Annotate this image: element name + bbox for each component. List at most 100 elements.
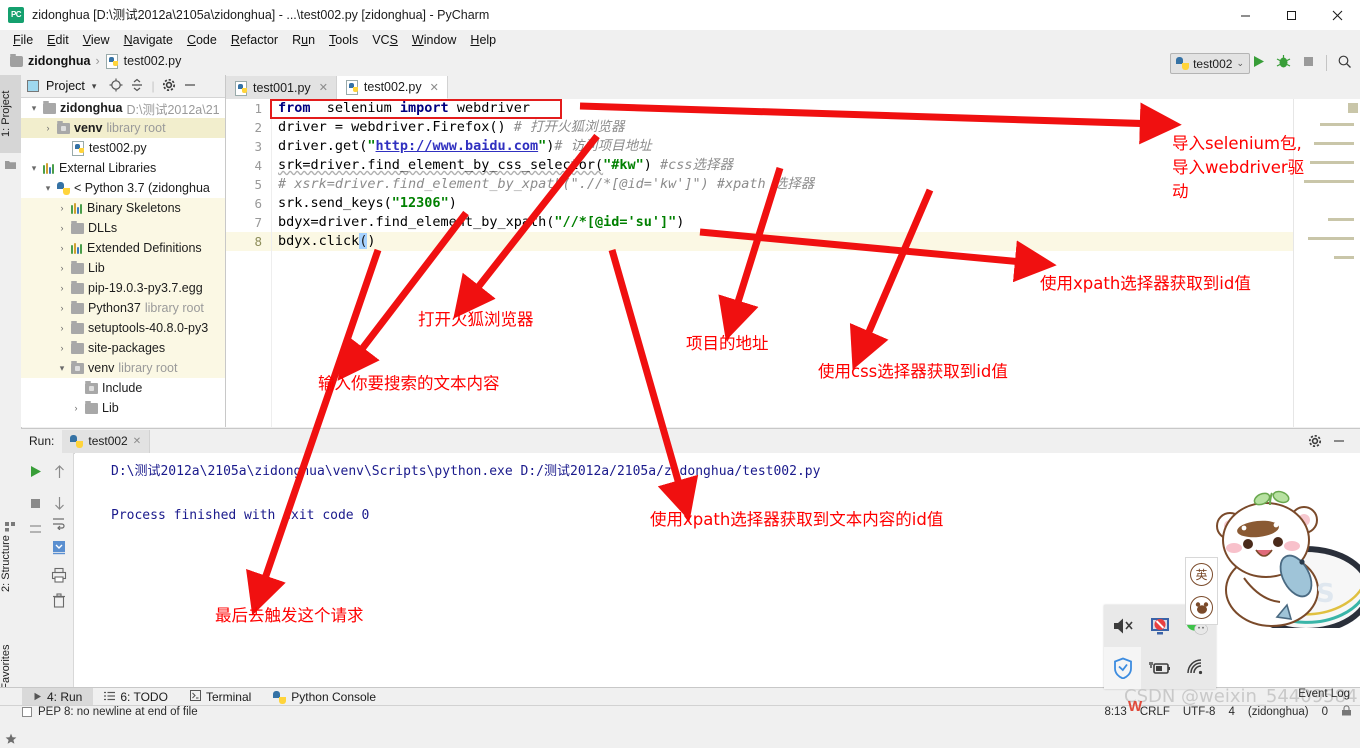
minimize-button[interactable] [1222,0,1268,30]
battery-charging-icon[interactable] [1141,647,1178,689]
up-arrow-icon[interactable] [47,459,71,483]
caret-position[interactable]: 8:13 [1104,706,1126,718]
tree-node[interactable]: › Extended Definitions [21,238,225,258]
tree-node[interactable]: › Python37 library root [21,298,225,318]
run-tab[interactable]: test002 ✕ [62,429,151,453]
rerun-icon[interactable] [23,459,47,483]
tree-node[interactable]: › Lib [21,398,225,418]
tree-node[interactable]: › Lib [21,258,225,278]
editor-tab-test001[interactable]: test001.py ✕ [226,76,337,99]
menu-item-file[interactable]: File [6,31,40,49]
menu-item-help[interactable]: Help [463,31,503,49]
expand-arrow-icon[interactable]: › [57,303,67,313]
expand-arrow-icon[interactable]: › [57,243,67,253]
soft-wrap-toggle-icon[interactable] [47,511,71,535]
menu-item-navigate[interactable]: Navigate [117,31,180,49]
expand-arrow-icon[interactable]: ▾ [57,363,67,374]
close-icon[interactable]: ✕ [319,81,328,94]
menu-item-refactor[interactable]: Refactor [224,31,285,49]
menu-item-code[interactable]: Code [180,31,224,49]
editor-tab-test002[interactable]: test002.py ✕ [336,76,448,99]
tree-node[interactable]: › site-packages [21,338,225,358]
debug-icon[interactable] [1276,54,1291,72]
run-icon[interactable] [1251,54,1266,72]
expand-arrow-icon[interactable]: › [57,223,67,233]
ime-status-bar[interactable]: 英 [1185,557,1218,625]
maximize-button[interactable] [1268,0,1314,30]
line-separator[interactable]: CRLF [1140,706,1170,718]
tree-node[interactable]: ▾ venv library root [21,358,225,378]
expand-arrow-icon[interactable]: ▾ [43,183,53,194]
settings-gear-icon[interactable] [1308,434,1322,451]
locate-icon[interactable] [109,78,123,95]
tree-node[interactable]: test002.py [21,138,225,158]
sidebar-item-project[interactable]: 1: Project [0,75,21,153]
project-tree[interactable]: ▾ zidonghua D:\测试2012a\21 › venv library root… [21,98,225,427]
indent-size[interactable]: 4 [1228,706,1234,718]
tree-node[interactable]: › Binary Skeletons [21,198,225,218]
chevron-down-icon[interactable]: ▾ [92,81,97,92]
expand-arrow-icon[interactable]: › [57,263,67,273]
csdn-watermark-logo: W [1128,698,1143,715]
stop-icon[interactable] [1301,54,1316,72]
python-interpreter[interactable]: (zidonghua) [1248,706,1309,718]
breadcrumb-project[interactable]: zidonghua [28,54,91,68]
close-icon[interactable]: ✕ [133,436,141,447]
menu-item-vcs[interactable]: VCS [365,31,405,49]
tree-node-hint: library root [106,121,166,135]
menu-item-view[interactable]: View [76,31,117,49]
scroll-to-end-icon[interactable] [47,535,71,559]
expand-arrow-icon[interactable]: › [57,203,67,213]
tree-node[interactable]: Include [21,378,225,398]
expand-arrow-icon[interactable]: › [57,343,67,353]
screen-block-icon[interactable] [1141,605,1178,647]
tree-node[interactable]: ▾ < Python 3.7 (zidonghua [21,178,225,198]
expand-arrow-icon[interactable]: ▾ [29,163,39,174]
breadcrumb-separator: › [95,54,100,68]
tree-node[interactable]: › DLLs [21,218,225,238]
trash-icon[interactable] [47,589,71,613]
project-panel-title[interactable]: Project [46,79,85,93]
ime-skin-icon[interactable] [1190,596,1213,619]
expand-arrow-icon[interactable]: ▾ [29,103,39,114]
menu-item-edit[interactable]: Edit [40,31,76,49]
print-icon[interactable] [47,563,71,587]
line-number: 5 [254,177,262,192]
tree-node[interactable]: › pip-19.0.3-py3.7.egg [21,278,225,298]
file-encoding[interactable]: UTF-8 [1183,706,1216,718]
tool-button-terminal[interactable]: Terminal [179,688,262,706]
tool-button-run[interactable]: 4: Run [22,688,94,706]
search-icon[interactable] [1337,54,1352,72]
tool-button-todo[interactable]: 6: TODO [93,688,179,706]
settings-gear-icon[interactable] [162,78,176,95]
breadcrumb-file[interactable]: test002.py [124,54,182,68]
tool-button-python-console[interactable]: Python Console [262,688,387,706]
menu-item-window[interactable]: Window [405,31,463,49]
expand-arrow-icon[interactable]: › [71,403,81,413]
code-line-8: bdyx.click() [272,232,1294,251]
wifi-icon[interactable] [1178,647,1215,689]
tree-node[interactable]: › venv library root [21,118,225,138]
close-button[interactable] [1314,0,1360,30]
hide-icon[interactable] [1332,434,1346,451]
mute-icon[interactable] [1104,605,1141,647]
tree-node[interactable]: › setuptools-40.8.0-py3 [21,318,225,338]
tree-node[interactable]: ▾ External Libraries [21,158,225,178]
tree-node[interactable]: ▾ zidonghua D:\测试2012a\21 [21,98,225,118]
code-line-4: srk=driver.find_element_by_css_selector(… [278,157,734,173]
expand-arrow-icon[interactable]: › [57,283,67,293]
menu-item-tools[interactable]: Tools [322,31,365,49]
event-log-button[interactable]: Event Log [1298,688,1350,700]
shield-icon[interactable] [1104,647,1141,689]
soft-wrap-icon[interactable] [23,517,47,541]
stop-icon[interactable] [23,491,47,515]
hide-icon[interactable] [183,78,197,95]
ime-language-mode[interactable]: 英 [1190,563,1213,586]
warning-count[interactable]: 0 [1322,706,1328,718]
run-configuration-selector[interactable]: test002 ⌄ [1170,53,1250,74]
collapse-all-icon[interactable] [130,78,144,95]
expand-arrow-icon[interactable]: › [43,123,53,133]
menu-item-run[interactable]: Run [285,31,322,49]
expand-arrow-icon[interactable]: › [57,323,67,333]
close-icon[interactable]: ✕ [430,81,439,94]
